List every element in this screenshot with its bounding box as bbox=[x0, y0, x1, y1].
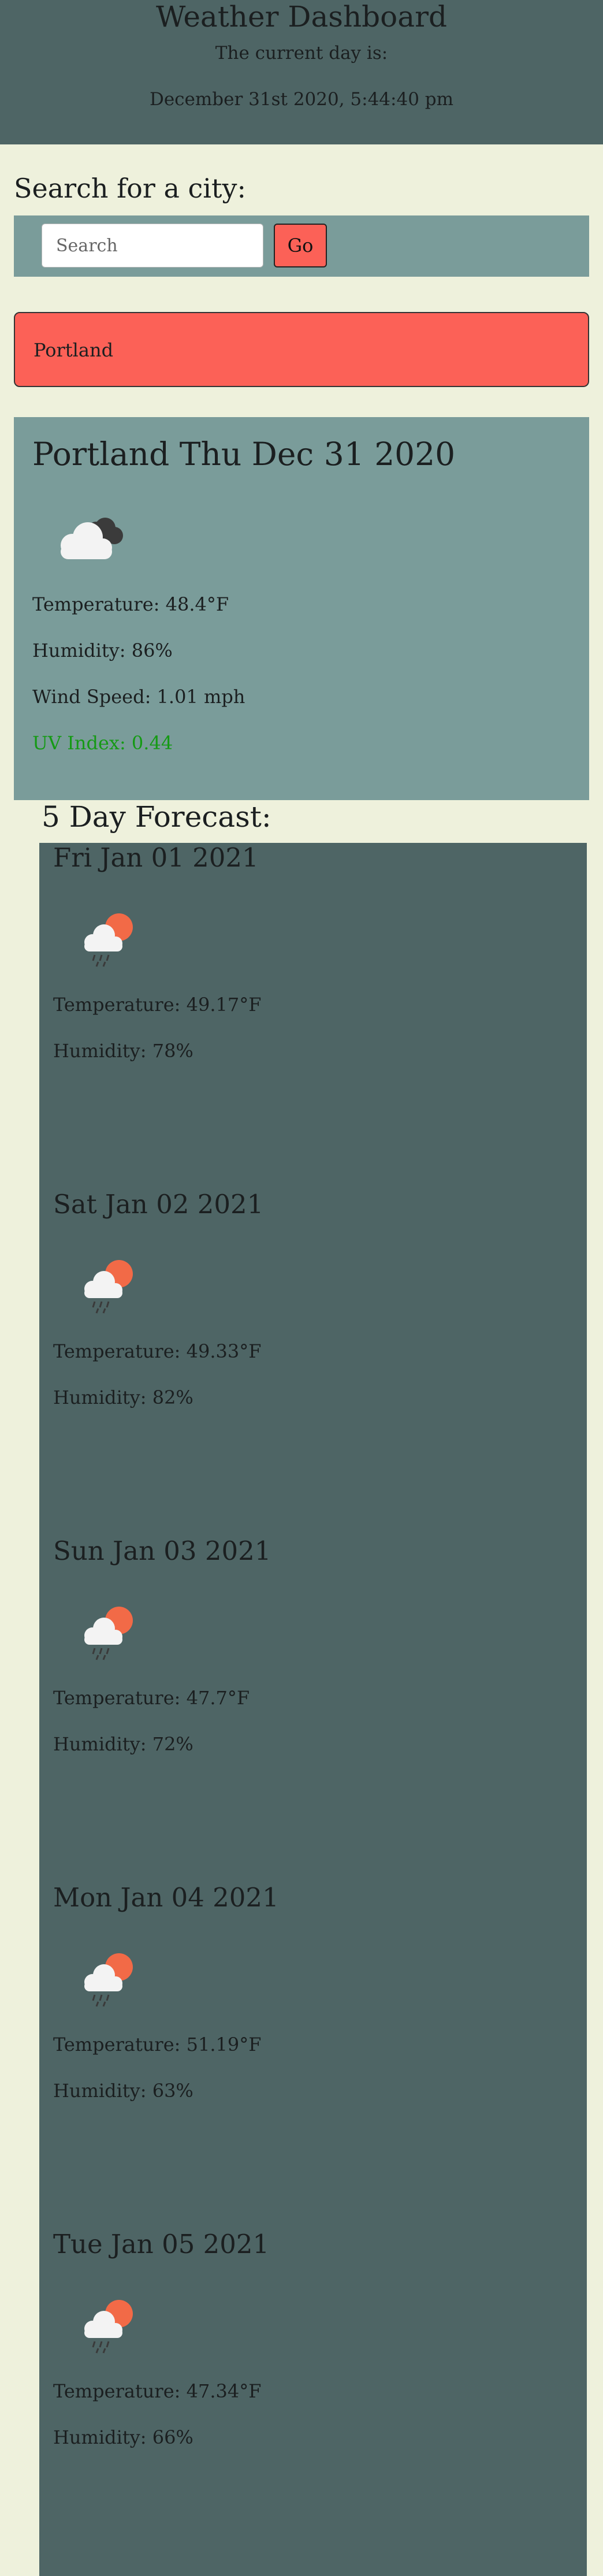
rain-sun-icon bbox=[76, 1600, 140, 1666]
forecast-day-card: Mon Jan 04 2021 Temperature: 51.19°F Hum… bbox=[39, 1882, 587, 2229]
history-city-button[interactable]: Portland bbox=[14, 312, 589, 387]
search-input[interactable] bbox=[42, 224, 263, 267]
current-weather-title: Portland Thu Dec 31 2020 bbox=[32, 436, 456, 473]
page-header: Weather Dashboard The current day is: De… bbox=[0, 0, 603, 144]
rain-sun-icon bbox=[76, 2293, 140, 2359]
current-weather-card: Portland Thu Dec 31 2020 Temperature: 48… bbox=[14, 417, 589, 800]
page-title: Weather Dashboard bbox=[156, 0, 447, 34]
forecast-humidity: Humidity: 82% bbox=[53, 1386, 193, 1408]
forecast-humidity: Humidity: 72% bbox=[53, 1733, 193, 1755]
forecast-day-card: Fri Jan 01 2021 Temperature: 49.17°F Hum… bbox=[39, 842, 587, 1190]
forecast-panel: Fri Jan 01 2021 Temperature: 49.17°F Hum… bbox=[39, 842, 587, 2576]
forecast-date: Sat Jan 02 2021 bbox=[53, 1189, 264, 1220]
forecast-temperature: Temperature: 47.7°F bbox=[53, 1687, 250, 1709]
forecast-temperature: Temperature: 47.34°F bbox=[53, 2380, 262, 2402]
forecast-humidity: Humidity: 78% bbox=[53, 1040, 193, 1062]
forecast-day-card: Tue Jan 05 2021 Temperature: 47.34°F Hum… bbox=[39, 2229, 587, 2576]
current-uv-index: UV Index: 0.44 bbox=[32, 732, 173, 754]
forecast-temperature: Temperature: 49.33°F bbox=[53, 1340, 262, 1362]
current-wind-speed: Wind Speed: 1.01 mph bbox=[32, 686, 245, 708]
cloudy-icon bbox=[46, 504, 133, 570]
rain-sun-icon bbox=[76, 1946, 140, 2012]
forecast-date: Mon Jan 04 2021 bbox=[53, 1882, 279, 1913]
current-day-label: The current day is: bbox=[215, 43, 388, 64]
current-datetime: December 31st 2020, 5:44:40 pm bbox=[149, 89, 454, 110]
forecast-humidity: Humidity: 66% bbox=[53, 2426, 193, 2448]
go-button[interactable]: Go bbox=[274, 224, 327, 267]
current-humidity: Humidity: 86% bbox=[32, 640, 173, 661]
forecast-date: Fri Jan 01 2021 bbox=[53, 842, 259, 873]
forecast-day-card: Sun Jan 03 2021 Temperature: 47.7°F Humi… bbox=[39, 1536, 587, 1883]
forecast-humidity: Humidity: 63% bbox=[53, 2080, 193, 2102]
forecast-temperature: Temperature: 49.17°F bbox=[53, 994, 262, 1016]
rain-sun-icon bbox=[76, 906, 140, 972]
forecast-temperature: Temperature: 51.19°F bbox=[53, 2034, 262, 2055]
forecast-day-card: Sat Jan 02 2021 Temperature: 49.33°F Hum… bbox=[39, 1189, 587, 1536]
history-city-label: Portland bbox=[34, 339, 114, 361]
search-bar: Go bbox=[14, 215, 589, 277]
rain-sun-icon bbox=[76, 1253, 140, 1319]
forecast-date: Tue Jan 05 2021 bbox=[53, 2229, 270, 2259]
forecast-heading: 5 Day Forecast: bbox=[42, 800, 271, 834]
forecast-date: Sun Jan 03 2021 bbox=[53, 1536, 271, 1566]
search-heading: Search for a city: bbox=[14, 173, 246, 204]
current-temperature: Temperature: 48.4°F bbox=[32, 593, 229, 615]
